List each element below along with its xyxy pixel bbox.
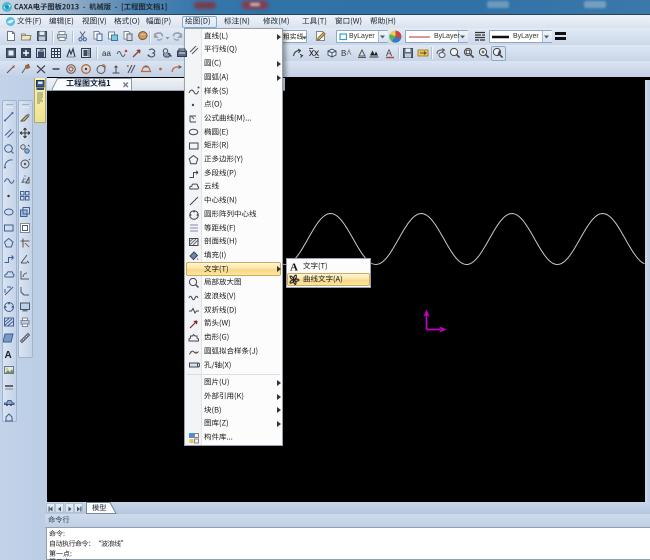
svg-text:A: A — [386, 48, 392, 58]
svg-text:aa: aa — [102, 49, 111, 58]
svg-text:A: A — [290, 261, 298, 272]
svg-text:A: A — [4, 350, 11, 360]
svg-text:B: B — [341, 49, 346, 58]
